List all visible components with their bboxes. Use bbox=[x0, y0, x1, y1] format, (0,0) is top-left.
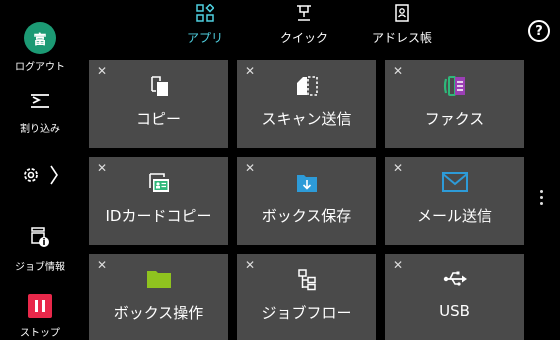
tile-label: メール送信 bbox=[416, 207, 492, 225]
left-sidebar: 富 ログアウト 割り込み ジョブ情報 ストップ bbox=[0, 0, 80, 340]
tile-label: IDカードコピー bbox=[105, 207, 212, 225]
tile-label: ジョブフロー bbox=[261, 304, 352, 322]
tab-apps[interactable]: アプリ bbox=[155, 3, 255, 46]
tile-label: ボックス保存 bbox=[261, 207, 352, 225]
tab-address-book[interactable]: アドレス帳 bbox=[352, 4, 452, 46]
job-status-icon bbox=[29, 226, 51, 252]
user-avatar: 富 bbox=[24, 22, 56, 54]
tile-label: ボックス操作 bbox=[113, 304, 204, 322]
chevron-right-icon bbox=[49, 164, 59, 190]
folder-icon bbox=[89, 268, 228, 290]
quick-icon bbox=[295, 4, 313, 26]
page-indicator-icon[interactable] bbox=[540, 190, 544, 205]
interrupt-icon bbox=[29, 92, 51, 114]
help-icon: ? bbox=[535, 23, 543, 39]
help-button[interactable]: ? bbox=[528, 20, 550, 42]
job-status-label: ジョブ情報 bbox=[15, 262, 65, 273]
address-book-icon bbox=[393, 4, 411, 26]
id-card-copy-icon bbox=[89, 171, 228, 195]
tile-fax[interactable]: ✕ ファクス bbox=[385, 60, 524, 148]
apps-grid-icon bbox=[196, 3, 215, 26]
tile-email-send[interactable]: ✕ メール送信 bbox=[385, 157, 524, 245]
tile-scan-send[interactable]: ✕ スキャン送信 bbox=[237, 60, 376, 148]
tile-id-card-copy[interactable]: ✕ IDカードコピー bbox=[89, 157, 228, 245]
tab-quick[interactable]: クイック bbox=[254, 4, 354, 46]
top-tab-bar: アプリ クイック アドレス帳 bbox=[88, 0, 528, 58]
tab-address-book-label: アドレス帳 bbox=[371, 31, 432, 45]
tile-usb[interactable]: ✕ USB bbox=[385, 254, 524, 340]
job-flow-icon bbox=[237, 268, 376, 292]
copy-icon bbox=[89, 74, 228, 98]
envelope-icon bbox=[385, 171, 524, 193]
interrupt-button[interactable]: 割り込み bbox=[0, 92, 80, 135]
logout-button[interactable]: 富 ログアウト bbox=[0, 22, 80, 73]
scan-send-icon bbox=[237, 74, 376, 98]
tile-label: コピー bbox=[135, 110, 181, 128]
tile-label: ファクス bbox=[424, 110, 485, 128]
pause-icon bbox=[28, 294, 52, 318]
box-save-icon bbox=[237, 171, 376, 195]
job-status-button[interactable]: ジョブ情報 bbox=[0, 226, 80, 273]
usb-icon bbox=[385, 268, 524, 290]
settings-button[interactable] bbox=[0, 164, 80, 190]
tile-box-operation[interactable]: ✕ ボックス操作 bbox=[89, 254, 228, 340]
logout-label: ログアウト bbox=[15, 62, 65, 73]
tile-job-flow[interactable]: ✕ ジョブフロー bbox=[237, 254, 376, 340]
fax-icon bbox=[385, 74, 524, 98]
tab-quick-label: クイック bbox=[279, 31, 328, 45]
tab-apps-label: アプリ bbox=[186, 31, 223, 45]
stop-button[interactable]: ストップ bbox=[0, 294, 80, 339]
stop-label: ストップ bbox=[20, 328, 60, 339]
tile-label: スキャン送信 bbox=[261, 110, 352, 128]
tile-label: USB bbox=[439, 302, 470, 320]
user-avatar-text: 富 bbox=[33, 32, 47, 48]
gear-icon bbox=[21, 165, 41, 189]
tile-box-save[interactable]: ✕ ボックス保存 bbox=[237, 157, 376, 245]
tile-copy[interactable]: ✕ コピー bbox=[89, 60, 228, 148]
interrupt-label: 割り込み bbox=[20, 124, 60, 135]
